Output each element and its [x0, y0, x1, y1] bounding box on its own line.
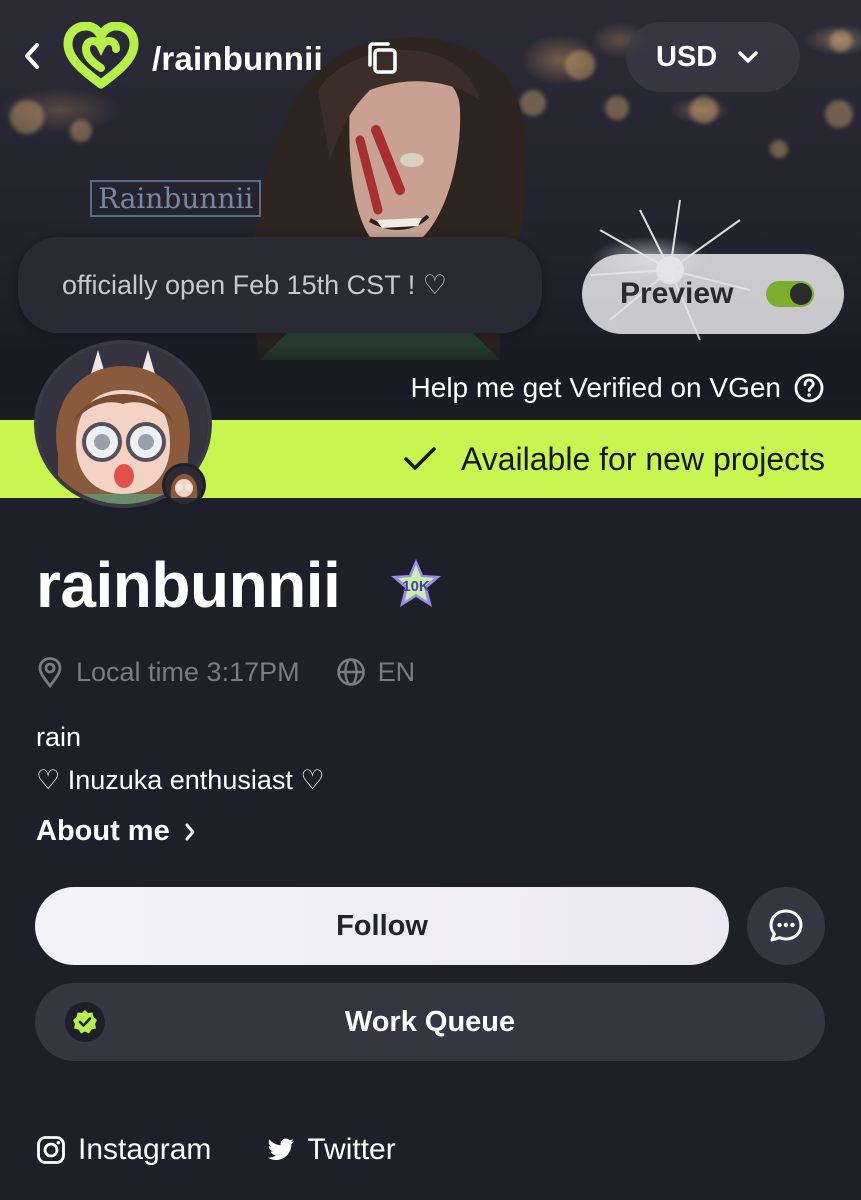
availability-text: Available for new projects: [460, 440, 825, 477]
verify-text: Help me get Verified on VGen: [410, 372, 781, 403]
vgen-logo-icon[interactable]: [62, 22, 140, 90]
work-queue-button[interactable]: Work Queue: [35, 983, 825, 1061]
message-button[interactable]: [747, 887, 825, 965]
verify-link[interactable]: Help me get Verified on VGen: [411, 368, 825, 408]
top-bar: /rainbunnii USD: [0, 0, 861, 120]
chevron-down-icon: [738, 51, 758, 63]
follow-button[interactable]: Follow: [35, 887, 729, 965]
mini-avatar-art: [165, 466, 203, 504]
banner-watermark: Rainbunnii: [90, 180, 262, 217]
bio-line: rain: [36, 722, 82, 752]
chevron-left-icon: [25, 43, 39, 69]
currency-label: USD: [656, 40, 718, 73]
follow-label: Follow: [336, 909, 428, 942]
social-links: Instagram Twitter: [36, 1126, 452, 1174]
currency-selector[interactable]: USD: [626, 22, 800, 92]
chevron-right-icon: [185, 823, 195, 840]
about-me-label: About me: [36, 815, 170, 847]
about-me-link[interactable]: About me: [36, 815, 196, 848]
instagram-label: Instagram: [78, 1133, 212, 1166]
work-queue-label: Work Queue: [344, 1005, 516, 1038]
bio-line: ♡ Inuzuka enthusiast ♡: [36, 765, 325, 795]
instagram-icon: [37, 1136, 65, 1164]
back-button[interactable]: [18, 40, 46, 72]
announcement-bubble: officially open Feb 15th CST ! ♡: [18, 237, 542, 333]
local-time-text: Local time 3:17PM: [76, 656, 300, 687]
preview-toggle[interactable]: [766, 281, 814, 307]
toggle-knob: [790, 283, 812, 305]
profile-handle: /rainbunnii: [152, 40, 323, 77]
language: EN: [336, 656, 416, 688]
10k-badge-icon[interactable]: 10K: [388, 556, 444, 612]
chat-bubble-icon: [769, 909, 803, 942]
language-text: EN: [377, 656, 416, 687]
work-queue-badge: [65, 1002, 105, 1042]
preview-toggle-pill: Preview: [582, 254, 844, 334]
10k-badge-label: 10K: [402, 578, 430, 595]
copy-link-button[interactable]: [364, 40, 400, 76]
instagram-link[interactable]: Instagram: [36, 1133, 211, 1167]
username: rainbunnii: [36, 549, 341, 621]
copy-icon: [368, 42, 397, 74]
profile-meta: Local time 3:17PM EN: [36, 652, 451, 692]
location-pin-icon: [38, 657, 62, 688]
help-icon: [794, 373, 824, 403]
bio: rain ♡ Inuzuka enthusiast ♡: [36, 716, 325, 802]
check-icon: [404, 447, 436, 470]
globe-icon: [336, 658, 365, 686]
profile-page: Rainbunnii /rainbunnii USD officially op…: [0, 0, 861, 1200]
local-time: Local time 3:17PM: [36, 656, 300, 688]
announcement-text: officially open Feb 15th CST ! ♡: [62, 269, 447, 300]
twitter-icon: [268, 1138, 295, 1160]
avatar-mini-badge: [162, 463, 206, 507]
twitter-link[interactable]: Twitter: [267, 1133, 396, 1167]
twitter-label: Twitter: [307, 1133, 396, 1166]
preview-label: Preview: [620, 277, 734, 310]
verified-shield-icon: [73, 1010, 97, 1034]
